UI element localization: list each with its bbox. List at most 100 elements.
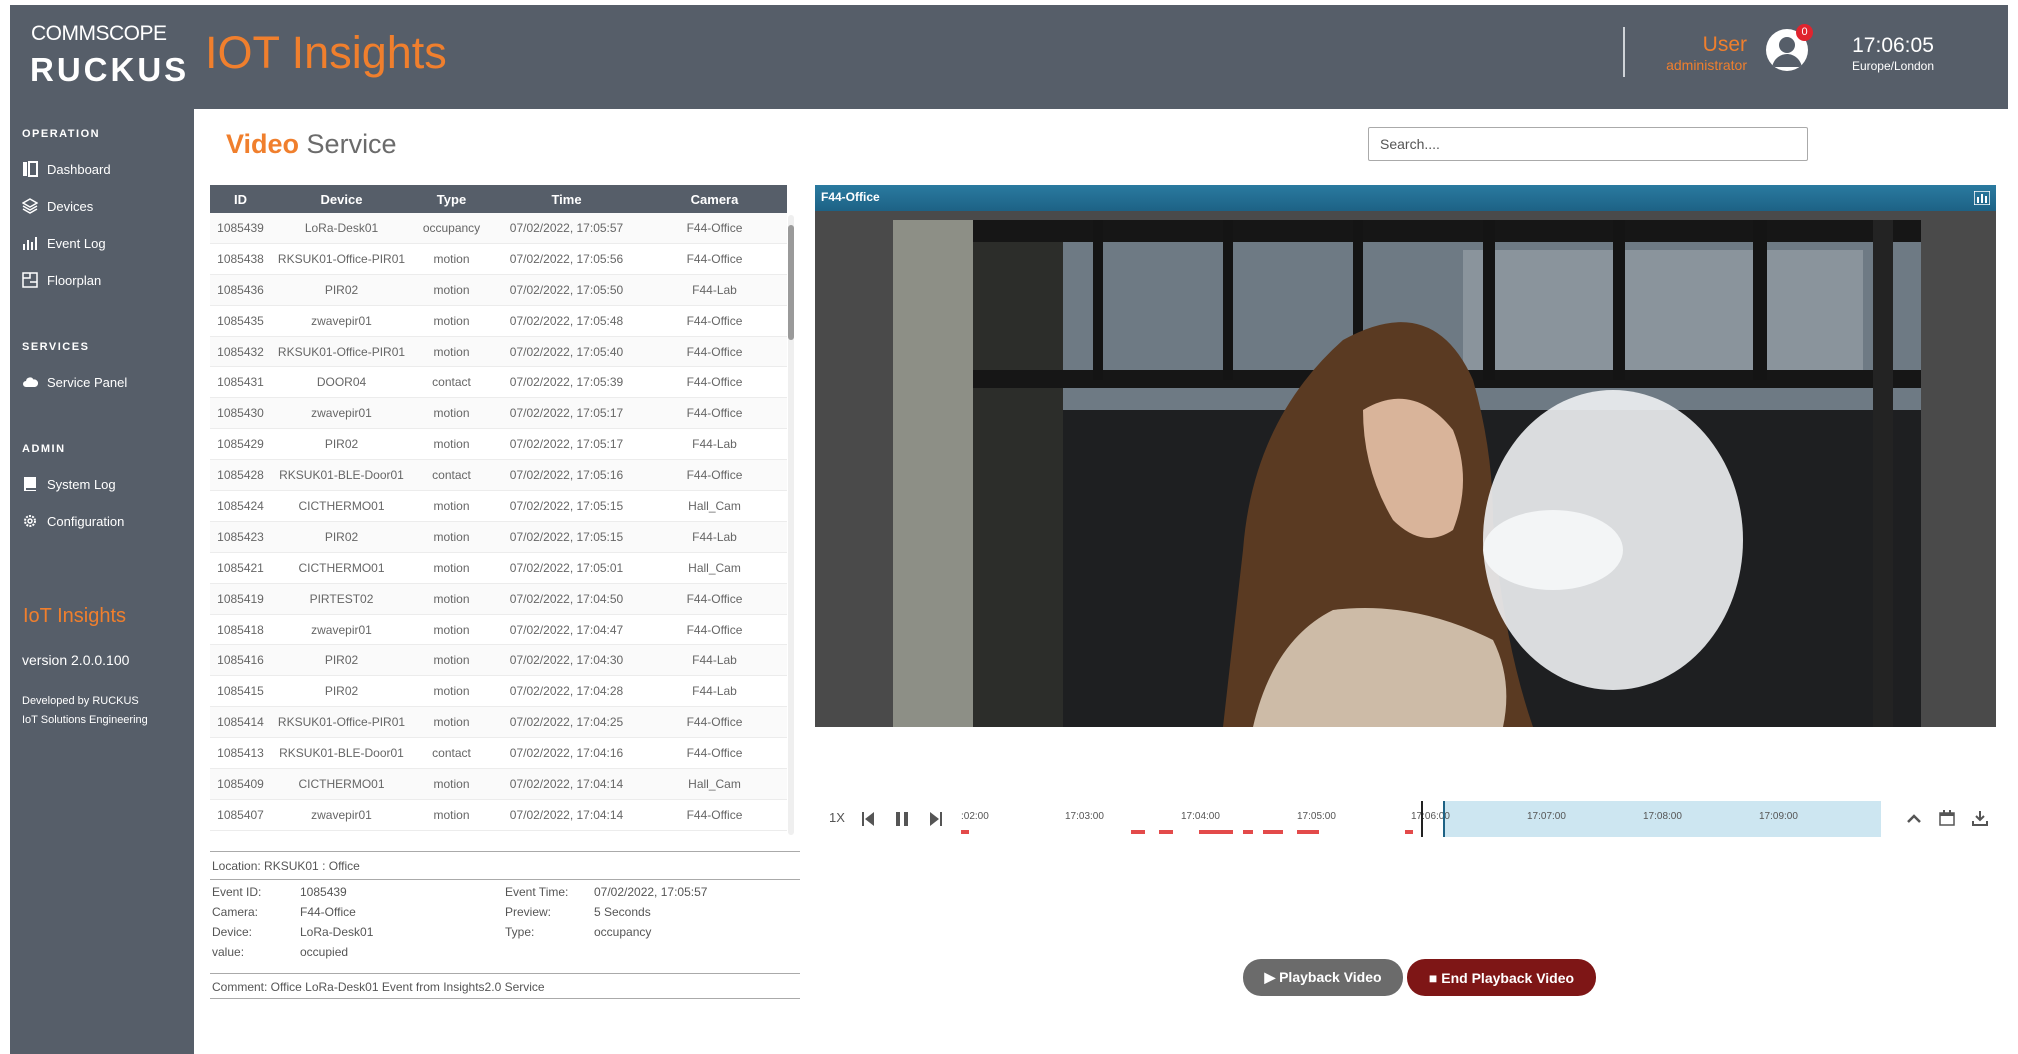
sidebar-item-event-log[interactable]: Event Log (22, 235, 106, 251)
skip-back-icon[interactable] (862, 812, 874, 826)
cell-type: occupancy (412, 213, 491, 244)
table-row[interactable]: 1085413 RKSUK01-BLE-Door01 contact 07/02/20… (210, 737, 787, 770)
events-table: ID Device Type Time Camera 1085439 LoRa-D… (210, 185, 800, 835)
timeline-event-marker[interactable] (961, 830, 969, 834)
sidebar-item-label: Event Log (47, 235, 106, 251)
download-icon[interactable] (1972, 810, 1988, 826)
cell-id: 1085439 (210, 213, 271, 244)
cell-id: 1085428 (210, 459, 271, 492)
column-header-device[interactable]: Device (271, 185, 412, 213)
calendar-icon[interactable] (1939, 810, 1955, 826)
table-row[interactable]: 1085421 CICTHERMO01 motion 07/02/2022, 17:0… (210, 552, 787, 584)
skip-forward-icon[interactable] (930, 812, 942, 826)
cell-device: RKSUK01-Office-PIR01 (271, 706, 412, 739)
detail-event-time: 07/02/2022, 17:05:57 (594, 885, 708, 899)
timeline-event-marker[interactable] (1131, 830, 1145, 834)
table-row[interactable]: 1085423 PIR02 motion 07/02/2022, 17:05:15 F4… (210, 521, 787, 553)
table-row[interactable]: 1085435 zwavepir01 motion 07/02/2022, 17:05… (210, 305, 787, 337)
detail-camera: F44-Office (300, 905, 356, 919)
sidebar-item-system-log[interactable]: System Log (22, 476, 116, 492)
cell-time: 07/02/2022, 17:05:17 (491, 397, 642, 430)
pause-icon[interactable] (895, 812, 909, 826)
sidebar-item-dashboard[interactable]: Dashboard (22, 161, 111, 177)
sidebar-item-floorplan[interactable]: Floorplan (22, 272, 101, 288)
sidebar-item-configuration[interactable]: Configuration (22, 513, 124, 529)
cell-camera: F44-Office (642, 583, 787, 615)
table-row[interactable]: 1085416 PIR02 motion 07/02/2022, 17:04:30 F4… (210, 644, 787, 677)
table-row[interactable]: 1085414 RKSUK01-Office-PIR01 motion 07/02/2… (210, 706, 787, 739)
cell-camera: F44-Office (642, 737, 787, 770)
sidebar-item-service-panel[interactable]: Service Panel (22, 374, 127, 390)
cell-type: motion (412, 799, 491, 831)
timeline-event-marker[interactable] (1297, 830, 1319, 834)
table-row[interactable]: 1085436 PIR02 motion 07/02/2022, 17:05:50 F4… (210, 274, 787, 306)
table-row[interactable]: 1085438 RKSUK01-Office-PIR01 motion 07/02/2… (210, 243, 787, 275)
cell-device: PIR02 (271, 644, 412, 677)
cell-type: motion (412, 521, 491, 553)
playhead-cursor[interactable] (1421, 801, 1423, 837)
table-row[interactable]: 1085439 LoRa-Desk01 occupancy 07/02/2022, 1… (210, 213, 787, 244)
clock-time: 17:06:05 (1852, 34, 1934, 57)
sidebar-item-label: System Log (47, 476, 116, 492)
timeline-event-marker[interactable] (1263, 830, 1283, 834)
detail-type-label: Type: (505, 925, 535, 939)
detail-device: LoRa-Desk01 (300, 925, 374, 939)
chevron-up-icon[interactable] (1907, 813, 1921, 823)
user-name[interactable]: User (1665, 33, 1747, 57)
end-playback-video-button[interactable]: ■ End Playback Video (1407, 959, 1596, 996)
table-row[interactable]: 1085409 CICTHERMO01 motion 07/02/2022, 17:0… (210, 768, 787, 800)
search-input[interactable] (1368, 127, 1808, 161)
table-row[interactable]: 1085429 PIR02 motion 07/02/2022, 17:05:17 F4… (210, 428, 787, 461)
cloud-icon (23, 377, 38, 387)
column-header-time[interactable]: Time (491, 185, 642, 213)
sidebar-item-devices[interactable]: Devices (22, 198, 93, 214)
cell-id: 1085416 (210, 644, 271, 677)
cell-camera: F44-Lab (642, 274, 787, 306)
cell-type: motion (412, 706, 491, 739)
cell-camera: Hall_Cam (642, 490, 787, 522)
playback-video-button[interactable]: ▶ Playback Video (1243, 959, 1403, 996)
sidebar: OPERATION Dashboard Devices Event Log Fl… (10, 109, 194, 1054)
cell-camera: F44-Office (642, 336, 787, 368)
video-frame[interactable] (893, 220, 1921, 727)
timeline-event-marker[interactable] (1199, 830, 1233, 834)
table-scrollbar-thumb[interactable] (788, 225, 794, 340)
timeline-tick-label: 17:03:00 (1065, 811, 1104, 822)
sidebar-item-label: Configuration (47, 513, 125, 529)
playback-speed[interactable]: 1X (829, 810, 845, 825)
table-row[interactable]: 1085415 PIR02 motion 07/02/2022, 17:04:28 F4… (210, 675, 787, 708)
detail-preview-label: Preview: (505, 905, 552, 919)
stats-icon[interactable] (1974, 191, 1990, 205)
detail-value: occupied (300, 945, 349, 959)
brand-ruckus: RUCKUS (30, 51, 190, 88)
timeline-tick-label: 17:05:00 (1297, 811, 1336, 822)
gear-icon (24, 515, 36, 527)
cell-type: motion (412, 397, 491, 430)
table-row[interactable]: 1085431 DOOR04 contact 07/02/2022, 17:05:39… (210, 366, 787, 399)
table-row[interactable]: 1085430 zwavepir01 motion 07/02/2022, 17:05… (210, 397, 787, 430)
cell-device: RKSUK01-BLE-Door01 (271, 459, 412, 492)
cell-time: 07/02/2022, 17:05:40 (491, 336, 642, 368)
table-row[interactable]: 1085428 RKSUK01-BLE-Door01 contact 07/02/20… (210, 459, 787, 492)
sidebar-app-name: IoT Insights (23, 605, 127, 627)
timeline-event-marker[interactable] (1159, 830, 1173, 834)
video-camera-name: F44-Office (821, 190, 880, 204)
table-row[interactable]: 1085424 CICTHERMO01 motion 07/02/2022, 17:0… (210, 490, 787, 522)
column-header-type[interactable]: Type (412, 185, 491, 213)
cell-device: RKSUK01-BLE-Door01 (271, 737, 412, 770)
table-row[interactable]: 1085419 PIRTEST02 motion 07/02/2022, 17:04:… (210, 583, 787, 615)
table-row[interactable]: 1085407 zwavepir01 motion 07/02/2022, 17:04… (210, 799, 787, 831)
column-header-id[interactable]: ID (210, 185, 271, 213)
cell-camera: F44-Office (642, 706, 787, 739)
table-row[interactable]: 1085432 RKSUK01-Office-PIR01 motion 07/02/2… (210, 336, 787, 368)
timeline-event-marker[interactable] (1405, 830, 1413, 834)
column-header-camera[interactable]: Camera (642, 185, 787, 213)
clock-timezone: Europe/London (1851, 59, 1935, 73)
timeline-event-marker[interactable] (1243, 830, 1253, 834)
table-row[interactable]: 1085418 zwavepir01 motion 07/02/2022, 17:04… (210, 614, 787, 646)
cell-id: 1085413 (210, 737, 271, 770)
timeline-track[interactable]: :02:00 17:03:00 17:04:00 17:05:00 17:06:… (961, 801, 1881, 837)
cell-device: PIR02 (271, 675, 412, 708)
notification-badge[interactable]: 0 (1796, 24, 1813, 41)
app-title: IOT Insights (205, 27, 447, 78)
